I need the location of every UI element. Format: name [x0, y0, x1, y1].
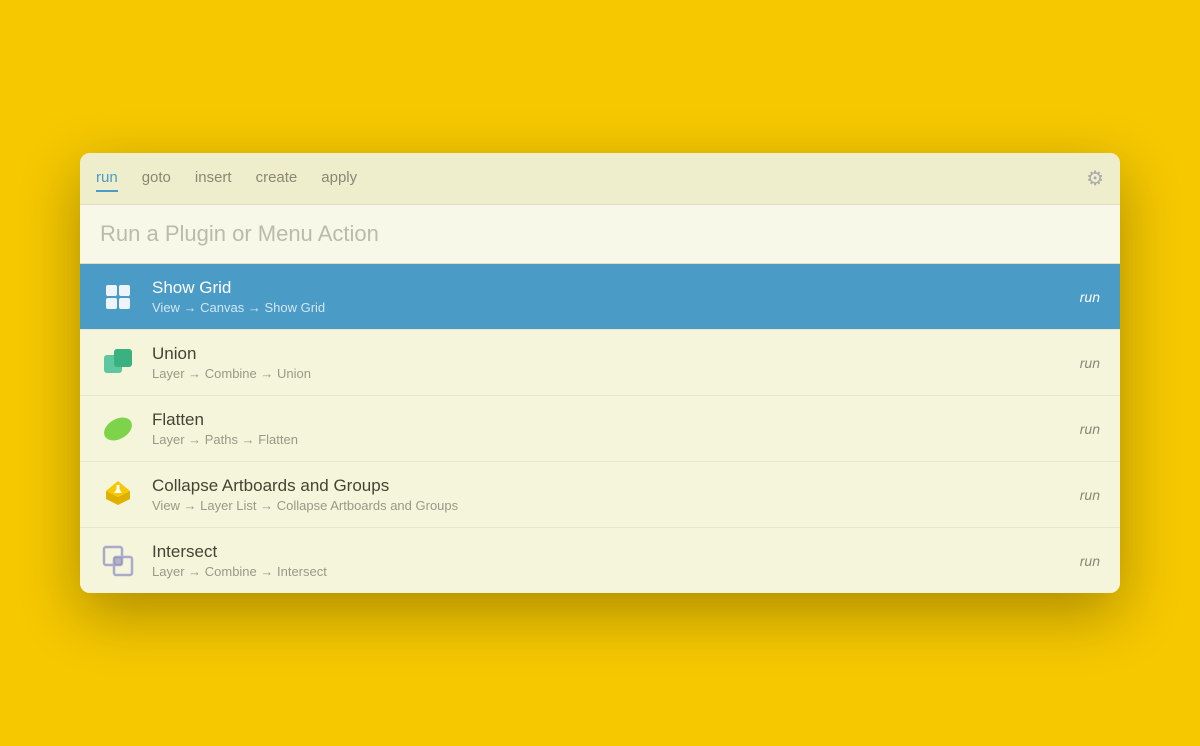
show-grid-content: Show Grid View → Canvas → Show Grid — [152, 278, 1080, 315]
flatten-run[interactable]: run — [1080, 421, 1100, 437]
search-input[interactable] — [100, 221, 1100, 247]
union-icon — [100, 345, 136, 381]
tab-run[interactable]: run — [96, 165, 118, 192]
flatten-title: Flatten — [152, 410, 1080, 430]
show-grid-title: Show Grid — [152, 278, 1080, 298]
intersect-path: Layer → Combine → Intersect — [152, 564, 1080, 579]
show-grid-path: View → Canvas → Show Grid — [152, 300, 1080, 315]
tab-create[interactable]: create — [256, 165, 298, 192]
tab-insert[interactable]: insert — [195, 165, 232, 192]
show-grid-run[interactable]: run — [1080, 289, 1100, 305]
union-title: Union — [152, 344, 1080, 364]
result-intersect[interactable]: Intersect Layer → Combine → Intersect ru… — [80, 528, 1120, 593]
collapse-run[interactable]: run — [1080, 487, 1100, 503]
intersect-title: Intersect — [152, 542, 1080, 562]
tabs-bar: run goto insert create apply ⚙ — [80, 153, 1120, 205]
command-palette: run goto insert create apply ⚙ Show Grid — [80, 153, 1120, 593]
intersect-icon — [100, 543, 136, 579]
result-collapse[interactable]: Collapse Artboards and Groups View → Lay… — [80, 462, 1120, 528]
collapse-icon — [100, 477, 136, 513]
result-union[interactable]: Union Layer → Combine → Union run — [80, 330, 1120, 396]
intersect-content: Intersect Layer → Combine → Intersect — [152, 542, 1080, 579]
search-bar — [80, 205, 1120, 264]
union-content: Union Layer → Combine → Union — [152, 344, 1080, 381]
result-flatten[interactable]: Flatten Layer → Paths → Flatten run — [80, 396, 1120, 462]
collapse-path: View → Layer List → Collapse Artboards a… — [152, 498, 1080, 513]
results-list: Show Grid View → Canvas → Show Grid run … — [80, 264, 1120, 593]
tab-goto[interactable]: goto — [142, 165, 171, 192]
show-grid-icon — [100, 279, 136, 315]
union-path: Layer → Combine → Union — [152, 366, 1080, 381]
result-show-grid[interactable]: Show Grid View → Canvas → Show Grid run — [80, 264, 1120, 330]
flatten-path: Layer → Paths → Flatten — [152, 432, 1080, 447]
collapse-title: Collapse Artboards and Groups — [152, 476, 1080, 496]
tab-apply[interactable]: apply — [321, 165, 357, 192]
union-run[interactable]: run — [1080, 355, 1100, 371]
flatten-content: Flatten Layer → Paths → Flatten — [152, 410, 1080, 447]
tabs-container: run goto insert create apply — [96, 165, 357, 192]
settings-icon[interactable]: ⚙ — [1086, 166, 1104, 191]
collapse-content: Collapse Artboards and Groups View → Lay… — [152, 476, 1080, 513]
intersect-run[interactable]: run — [1080, 553, 1100, 569]
flatten-icon — [100, 411, 136, 447]
